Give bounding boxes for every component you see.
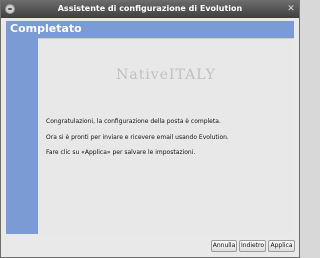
message-line: Ora si è pronti per inviare e ricevere e…: [46, 134, 229, 141]
page-title: Completato: [10, 22, 82, 35]
window-title: Assistente di configurazione di Evolutio…: [57, 4, 243, 13]
window-titlebar[interactable]: Assistente di configurazione di Evolutio…: [1, 1, 299, 18]
close-icon[interactable]: ✕: [286, 4, 296, 14]
message-line: Fare clic su «Applica» per salvare le im…: [46, 149, 196, 156]
back-button[interactable]: Indietro: [239, 240, 266, 252]
message-line: Congratulazioni, la configurazione della…: [46, 118, 221, 125]
cancel-button[interactable]: Annulla: [211, 240, 237, 252]
content-area: NativeITALY Congratulazioni, la configur…: [38, 38, 294, 234]
page-header: Completato: [6, 21, 294, 38]
apply-button[interactable]: Applica: [268, 240, 295, 252]
assistant-window: Assistente di configurazione di Evolutio…: [0, 0, 300, 258]
watermark-logo: NativeITALY: [116, 67, 216, 83]
sidebar-strip: [6, 38, 38, 234]
